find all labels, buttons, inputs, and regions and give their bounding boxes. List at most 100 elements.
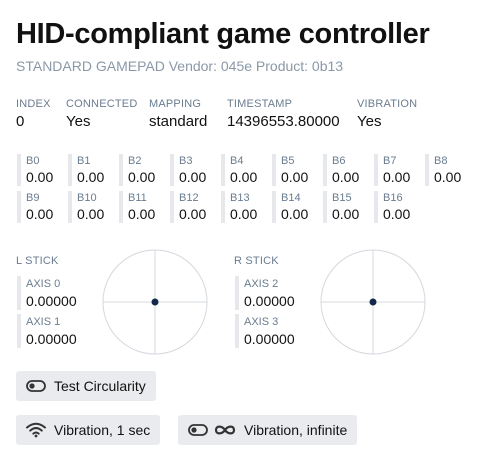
button-cell-bar bbox=[374, 154, 378, 186]
info-mapping-value: standard bbox=[149, 113, 208, 130]
left-stick-label: L STICK bbox=[16, 255, 59, 267]
button-label: B11 bbox=[128, 192, 147, 204]
button-cell: B6 0.00 bbox=[323, 154, 371, 186]
button-cell: B2 0.00 bbox=[119, 154, 167, 186]
left-stick-dot bbox=[151, 298, 159, 306]
button-label: B3 bbox=[179, 155, 193, 167]
info-connected: CONNECTED Yes bbox=[66, 98, 137, 130]
info-timestamp-value: 14396553.80000 bbox=[227, 113, 340, 130]
button-value: 0.00 bbox=[281, 206, 309, 222]
button-label: B8 bbox=[434, 155, 448, 167]
button-value: 0.00 bbox=[77, 169, 105, 185]
button-cell: B7 0.00 bbox=[374, 154, 422, 186]
button-cell: B11 0.00 bbox=[119, 191, 167, 223]
button-cell: B12 0.00 bbox=[170, 191, 218, 223]
button-label: B13 bbox=[230, 192, 250, 204]
button-cell-bar bbox=[68, 154, 72, 186]
info-timestamp: TIMESTAMP 14396553.80000 bbox=[227, 98, 340, 130]
axis-3-value: 0.00000 bbox=[244, 331, 295, 347]
button-label: B16 bbox=[383, 192, 403, 204]
button-value: 0.00 bbox=[230, 206, 258, 222]
button-cell-bar bbox=[17, 154, 21, 186]
test-circularity-button[interactable]: Test Circularity bbox=[16, 371, 156, 401]
button-cell-bar bbox=[221, 154, 225, 186]
button-cell: B14 0.00 bbox=[272, 191, 320, 223]
button-cell: B0 0.00 bbox=[17, 154, 65, 186]
button-value: 0.00 bbox=[281, 169, 309, 185]
button-cell-bar bbox=[17, 191, 21, 223]
button-label: B14 bbox=[281, 192, 301, 204]
right-stick-dot bbox=[369, 298, 377, 306]
button-label: B4 bbox=[230, 155, 244, 167]
test-circularity-label: Test Circularity bbox=[54, 378, 146, 394]
button-cell-bar bbox=[170, 191, 174, 223]
button-cell: B16 0.00 bbox=[374, 191, 422, 223]
button-label: B9 bbox=[26, 192, 40, 204]
info-timestamp-label: TIMESTAMP bbox=[227, 98, 293, 110]
axis-0-cell: AXIS 0 0.00000 bbox=[17, 276, 107, 310]
button-value: 0.00 bbox=[128, 206, 156, 222]
axis-3-label: AXIS 3 bbox=[244, 316, 279, 328]
button-value: 0.00 bbox=[179, 169, 207, 185]
button-value: 0.00 bbox=[179, 206, 207, 222]
button-cell: B4 0.00 bbox=[221, 154, 269, 186]
axis-1-cell: AXIS 1 0.00000 bbox=[17, 314, 107, 348]
controller-subtitle: STANDARD GAMEPAD Vendor: 045e Product: 0… bbox=[16, 58, 344, 74]
axis-1-label: AXIS 1 bbox=[26, 316, 61, 328]
vibration-infinite-button[interactable]: Vibration, infinite bbox=[178, 415, 358, 445]
button-value: 0.00 bbox=[332, 206, 360, 222]
info-index: INDEX 0 bbox=[16, 98, 51, 130]
button-label: B1 bbox=[77, 155, 91, 167]
axis-3-cell: AXIS 3 0.00000 bbox=[235, 314, 325, 348]
button-cell-bar bbox=[323, 191, 327, 223]
button-cell-bar bbox=[170, 154, 174, 186]
button-value: 0.00 bbox=[383, 169, 411, 185]
info-mapping-label: MAPPING bbox=[149, 98, 202, 110]
infinity-icon bbox=[214, 424, 236, 436]
wifi-icon bbox=[26, 422, 46, 438]
axis-2-label: AXIS 2 bbox=[244, 278, 279, 290]
axis-cell-bar bbox=[235, 276, 239, 310]
button-cell: B8 0.00 bbox=[425, 154, 473, 186]
button-cell: B10 0.00 bbox=[68, 191, 116, 223]
button-cell: B9 0.00 bbox=[17, 191, 65, 223]
axis-2-cell: AXIS 2 0.00000 bbox=[235, 276, 325, 310]
right-stick-label: R STICK bbox=[234, 255, 279, 267]
info-connected-value: Yes bbox=[66, 113, 91, 130]
info-mapping: MAPPING standard bbox=[149, 98, 207, 130]
axis-1-value: 0.00000 bbox=[26, 331, 77, 347]
right-stick-visualizer bbox=[320, 249, 426, 355]
button-value: 0.00 bbox=[383, 206, 411, 222]
info-vibration-value: Yes bbox=[357, 113, 382, 130]
button-value: 0.00 bbox=[26, 169, 54, 185]
button-value: 0.00 bbox=[434, 169, 462, 185]
button-label: B15 bbox=[332, 192, 352, 204]
button-cell: B1 0.00 bbox=[68, 154, 116, 186]
button-cell: B3 0.00 bbox=[170, 154, 218, 186]
button-cell: B13 0.00 bbox=[221, 191, 269, 223]
info-vibration: VIBRATION Yes bbox=[357, 98, 417, 130]
button-cell-bar bbox=[272, 154, 276, 186]
button-label: B12 bbox=[179, 192, 199, 204]
toggle-icon bbox=[26, 380, 46, 392]
page-title: HID-compliant game controller bbox=[16, 18, 430, 50]
button-cell-bar bbox=[425, 154, 429, 186]
vibration-1sec-button[interactable]: Vibration, 1 sec bbox=[16, 415, 161, 445]
button-value: 0.00 bbox=[128, 169, 156, 185]
button-cell-bar bbox=[221, 191, 225, 223]
button-cell-bar bbox=[374, 191, 378, 223]
button-value: 0.00 bbox=[26, 206, 54, 222]
button-label: B7 bbox=[383, 155, 397, 167]
button-label: B0 bbox=[26, 155, 40, 167]
button-cell: B15 0.00 bbox=[323, 191, 371, 223]
axis-cell-bar bbox=[235, 314, 239, 348]
axis-0-value: 0.00000 bbox=[26, 293, 77, 309]
button-label: B10 bbox=[77, 192, 97, 204]
button-value: 0.00 bbox=[230, 169, 258, 185]
toggle-icon bbox=[188, 424, 208, 436]
axis-cell-bar bbox=[17, 314, 21, 348]
button-label: B5 bbox=[281, 155, 295, 167]
axis-cell-bar bbox=[17, 276, 21, 310]
button-label: B6 bbox=[332, 155, 346, 167]
button-cell-bar bbox=[272, 191, 276, 223]
